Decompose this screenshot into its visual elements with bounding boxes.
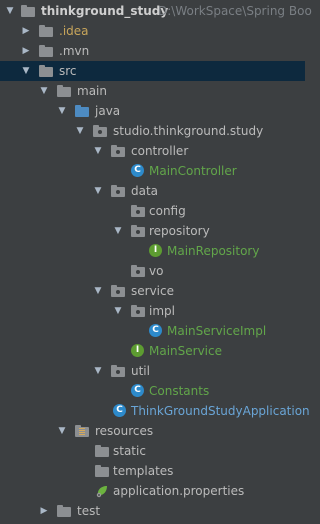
tree-label-resources: resources [95, 424, 154, 438]
tree-row-main[interactable]: ▼ main [0, 81, 305, 101]
tree-row-application-properties[interactable]: application.properties [0, 481, 305, 501]
spring-properties-icon [95, 484, 109, 498]
package-icon [93, 124, 107, 138]
folder-icon [39, 44, 53, 58]
tree-row-java[interactable]: ▼ java [0, 101, 305, 121]
chevron-down-icon[interactable]: ▼ [38, 81, 50, 101]
tree-row-test[interactable]: ▶ test [0, 501, 305, 521]
tree-label-util: util [131, 364, 150, 378]
class-icon: C [149, 324, 162, 337]
tree-label-controller: controller [131, 144, 189, 158]
chevron-right-icon[interactable]: ▶ [38, 501, 50, 521]
tree-label-test: test [77, 504, 101, 518]
tree-label-impl: impl [149, 304, 175, 318]
tree-row-util[interactable]: ▼ util [0, 361, 305, 381]
package-icon [111, 144, 125, 158]
interface-icon: I [149, 244, 162, 257]
chevron-down-icon[interactable]: ▼ [92, 281, 104, 301]
project-path: D:\WorkSpace\Spring Boo [158, 4, 312, 18]
folder-icon [39, 64, 53, 78]
resources-folder-icon [75, 424, 89, 438]
folder-icon [95, 464, 109, 478]
folder-icon [57, 504, 71, 518]
tree-label-repository: repository [149, 224, 210, 238]
interface-icon: I [131, 344, 144, 357]
chevron-down-icon[interactable]: ▼ [56, 421, 68, 441]
project-name: thinkground_study [41, 4, 169, 18]
package-icon [131, 204, 145, 218]
tree-row-config[interactable]: config [0, 201, 305, 221]
package-icon [131, 224, 145, 238]
package-icon [131, 304, 145, 318]
chevron-down-icon[interactable]: ▼ [74, 121, 86, 141]
source-folder-icon [75, 104, 89, 118]
tree-row-package[interactable]: ▼ studio.thinkground.study [0, 121, 305, 141]
project-folder-icon [21, 4, 35, 18]
tree-label-config: config [149, 204, 186, 218]
tree-label-vo: vo [149, 264, 164, 278]
folder-icon [39, 24, 53, 38]
folder-icon [95, 444, 109, 458]
chevron-down-icon[interactable]: ▼ [20, 61, 32, 81]
chevron-down-icon[interactable]: ▼ [4, 1, 16, 21]
tree-row-src[interactable]: ▼ src [0, 61, 305, 81]
chevron-down-icon[interactable]: ▼ [92, 181, 104, 201]
spring-boot-class-icon: C [113, 404, 126, 417]
tree-label-java: java [95, 104, 121, 118]
tree-label-mvn: .mvn [59, 44, 90, 58]
tree-label-service: service [131, 284, 174, 298]
chevron-down-icon[interactable]: ▼ [112, 301, 124, 321]
tree-row-static[interactable]: static [0, 441, 305, 461]
tree-row-templates[interactable]: templates [0, 461, 305, 481]
tree-label-static: static [113, 444, 146, 458]
tree-label-application-properties: application.properties [113, 484, 245, 498]
class-icon: C [131, 164, 144, 177]
chevron-down-icon[interactable]: ▼ [112, 221, 124, 241]
tree-row-mvn[interactable]: ▶ .mvn [0, 41, 305, 61]
tree-label-main-controller: MainController [149, 164, 237, 178]
tree-row-vo[interactable]: vo [0, 261, 305, 281]
tree-label-main: main [77, 84, 107, 98]
package-icon [131, 264, 145, 278]
tree-label-constants: Constants [149, 384, 210, 398]
folder-icon [57, 84, 71, 98]
tree-row-data[interactable]: ▼ data [0, 181, 305, 201]
package-icon [111, 364, 125, 378]
tree-row-main-service[interactable]: I MainService [0, 341, 305, 361]
tree-row-main-controller[interactable]: C MainController [0, 161, 305, 181]
tree-row-impl[interactable]: ▼ impl [0, 301, 305, 321]
tree-row-repository[interactable]: ▼ repository [0, 221, 305, 241]
tree-row-project-root[interactable]: ▼ thinkground_study D:\WorkSpace\Spring … [0, 1, 312, 21]
tree-row-main-service-impl[interactable]: C MainServiceImpl [0, 321, 305, 341]
tree-row-resources[interactable]: ▼ resources [0, 421, 305, 441]
tree-label-main-service-impl: MainServiceImpl [167, 324, 267, 338]
chevron-right-icon[interactable]: ▶ [20, 21, 32, 41]
chevron-down-icon[interactable]: ▼ [92, 141, 104, 161]
tree-label-data: data [131, 184, 159, 198]
tree-row-idea[interactable]: ▶ .idea [0, 21, 305, 41]
tree-label-src: src [59, 64, 77, 78]
tree-label-main-service: MainService [149, 344, 222, 358]
chevron-down-icon[interactable]: ▼ [92, 361, 104, 381]
tree-label-idea: .idea [59, 24, 89, 38]
tree-row-application-class[interactable]: C ThinkGroundStudyApplication [0, 401, 310, 421]
tree-row-service[interactable]: ▼ service [0, 281, 305, 301]
tree-label-templates: templates [113, 464, 174, 478]
chevron-down-icon[interactable]: ▼ [56, 101, 68, 121]
project-tree: ▼ thinkground_study D:\WorkSpace\Spring … [0, 0, 312, 524]
tree-label-main-repository: MainRepository [167, 244, 260, 258]
tree-label-application-class: ThinkGroundStudyApplication [131, 404, 310, 418]
chevron-right-icon[interactable]: ▶ [20, 41, 32, 61]
package-icon [111, 284, 125, 298]
tree-label-package: studio.thinkground.study [113, 124, 264, 138]
tree-row-controller[interactable]: ▼ controller [0, 141, 305, 161]
package-icon [111, 184, 125, 198]
tree-row-constants[interactable]: C Constants [0, 381, 305, 401]
tree-row-main-repository[interactable]: I MainRepository [0, 241, 305, 261]
class-icon: C [131, 384, 144, 397]
